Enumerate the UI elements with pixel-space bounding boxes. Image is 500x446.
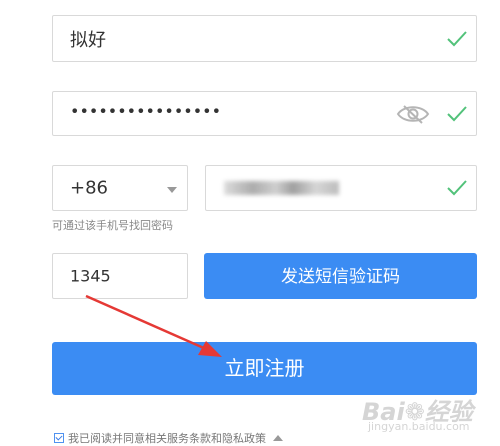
agreement-checkbox[interactable]: [54, 433, 64, 443]
watermark-url: jingyan.baidu.com: [368, 420, 470, 433]
password-input[interactable]: ••••••••••••••••: [52, 91, 477, 136]
country-code-value: +86: [70, 177, 108, 199]
send-sms-button[interactable]: 发送短信验证码: [204, 253, 477, 299]
caret-down-icon: [167, 187, 177, 193]
check-icon: [447, 105, 467, 121]
phone-hint: 可通过该手机号找回密码: [52, 219, 173, 232]
username-input[interactable]: 拟好: [52, 15, 477, 62]
sms-code-value: 1345: [70, 266, 111, 286]
phone-input[interactable]: [205, 165, 477, 211]
phone-value-blurred: [224, 181, 339, 195]
register-button[interactable]: 立即注册: [52, 342, 477, 395]
country-code-select[interactable]: +86: [52, 165, 188, 211]
agreement-row: 我已阅读并同意相关服务条款和隐私政策: [54, 430, 283, 446]
sms-code-input[interactable]: 1345: [52, 253, 188, 299]
check-icon: [447, 180, 467, 196]
username-value: 拟好: [70, 29, 106, 51]
agreement-text[interactable]: 我已阅读并同意相关服务条款和隐私政策: [68, 430, 266, 446]
password-value: ••••••••••••••••: [70, 101, 221, 121]
eye-slash-icon[interactable]: [396, 103, 430, 125]
check-icon: [447, 30, 467, 46]
caret-up-icon[interactable]: [273, 435, 283, 441]
